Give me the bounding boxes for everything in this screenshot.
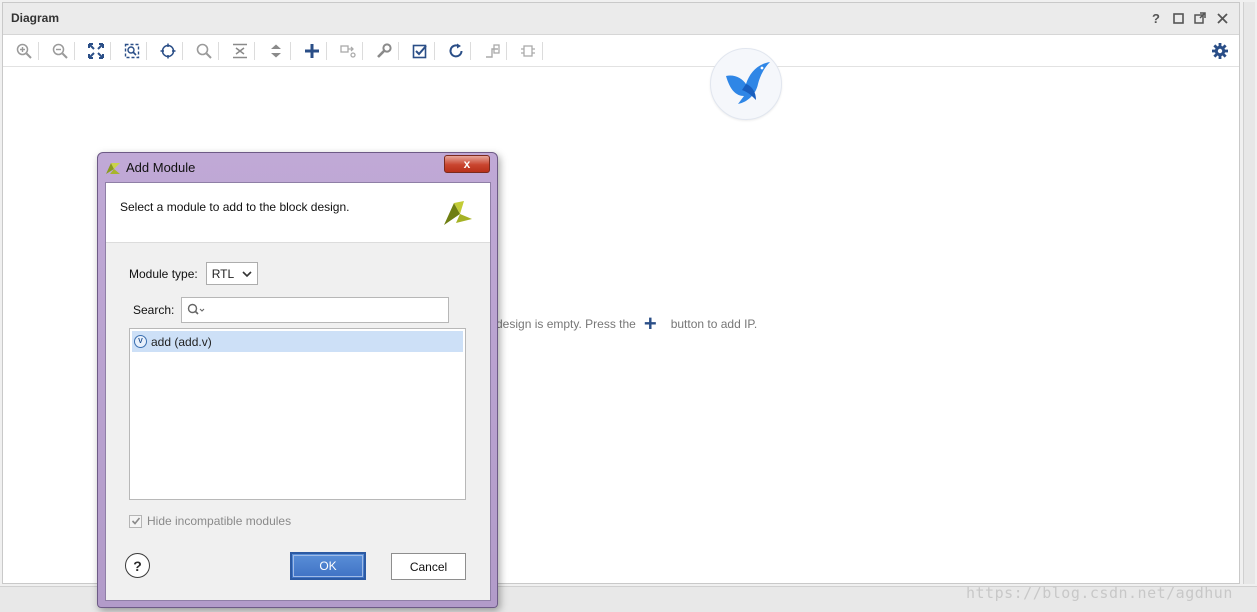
collapse-icon[interactable] [227,39,253,63]
hide-incompatible-checkbox[interactable] [129,514,142,528]
toolbar-separator [74,41,75,60]
zoom-fit-icon[interactable] [83,39,109,63]
toolbar-separator [542,41,543,60]
module-type-row: Module type: RTL [129,262,258,285]
empty-canvas-message: design is empty. Press the + button to a… [496,313,758,335]
module-label: add (add.v) [151,334,212,349]
close-icon[interactable] [1215,10,1229,26]
validate-icon[interactable] [407,39,433,63]
properties-icon[interactable] [371,39,397,63]
panel-controls: ? [1149,10,1229,26]
toolbar-separator [218,41,219,60]
maximize-icon[interactable] [1171,10,1185,26]
toolbar-separator [434,41,435,60]
toolbar-separator [398,41,399,60]
toolbar-separator [110,41,111,60]
search-icon[interactable] [187,303,205,317]
regenerate-icon[interactable] [443,39,469,63]
dialog-description: Select a module to add to the block desi… [120,200,350,214]
zoom-in-icon[interactable] [11,39,37,63]
center-icon[interactable] [155,39,181,63]
chevron-down-icon [242,271,252,278]
toolbar-separator [470,41,471,60]
search-icon[interactable] [191,39,217,63]
dialog-body: Select a module to add to the block desi… [105,182,491,601]
add-port-icon[interactable] [335,39,361,63]
dialog-banner: Select a module to add to the block desi… [106,183,490,243]
toolbar-separator [506,41,507,60]
search-row: Search: [133,297,450,323]
float-icon[interactable] [1193,10,1207,26]
help-icon[interactable]: ? [1149,10,1163,26]
empty-message-start: design is empty. Press the [496,317,636,331]
xilinx-logo-icon [444,201,472,225]
toolbar-separator [362,41,363,60]
dialog-title: Add Module [126,160,196,175]
diagram-toolbar [3,35,1239,67]
toolbar-separator [290,41,291,60]
settings-icon[interactable] [1211,42,1229,60]
vertical-scrollbar[interactable] [1243,2,1255,584]
search-box[interactable] [181,297,450,323]
hide-incompatible-label: Hide incompatible modules [147,514,292,528]
vivado-icon [106,163,120,174]
expand-icon[interactable] [263,39,289,63]
toolbar-separator [182,41,183,60]
module-list[interactable]: V add (add.v) [129,328,466,500]
list-item[interactable]: V add (add.v) [132,331,463,352]
help-button[interactable]: ? [125,553,150,578]
search-input[interactable] [208,301,445,319]
pin-icon[interactable] [515,39,541,63]
bird-icon [726,62,770,104]
toolbar-separator [254,41,255,60]
add-module-dialog: Add Module x Select a module to add to t… [97,152,498,608]
route-icon[interactable] [479,39,505,63]
module-type-value: RTL [211,266,235,281]
toolbar-separator [38,41,39,60]
zoom-out-icon[interactable] [47,39,73,63]
cancel-button[interactable]: Cancel [391,553,466,580]
watermark: https://blog.csdn.net/agdhun [966,584,1233,602]
search-label: Search: [133,303,175,317]
hide-incompatible-row: Hide incompatible modules [129,514,291,528]
checkmark-icon [131,517,140,525]
toolbar-separator [146,41,147,60]
panel-header: Diagram ? [3,3,1239,35]
bird-logo [710,48,782,120]
verilog-file-icon: V [134,335,147,348]
dialog-titlebar[interactable]: Add Module x [98,153,497,181]
ok-button[interactable]: OK [290,552,366,580]
empty-message-end: button to add IP. [670,317,758,331]
zoom-area-icon[interactable] [119,39,145,63]
add-ip-inline-icon[interactable]: + [644,313,657,335]
module-type-label: Module type: [129,266,198,281]
dialog-close-button[interactable]: x [444,155,490,173]
module-type-select[interactable]: RTL [205,262,258,285]
add-ip-icon[interactable] [299,39,325,63]
panel-title: Diagram [11,11,60,25]
toolbar-separator [326,41,327,60]
